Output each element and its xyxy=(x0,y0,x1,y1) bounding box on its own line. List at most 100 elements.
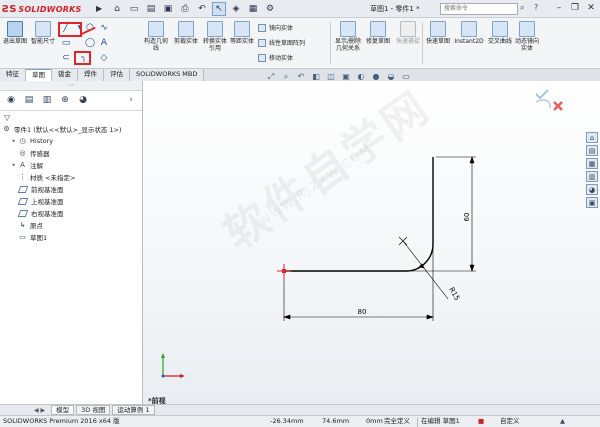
tree-item-origin[interactable]: ↳ 原点 xyxy=(2,219,140,231)
mirror-entities-button[interactable]: 镜向实体 xyxy=(258,23,293,32)
instant2d-button[interactable]: Instant2D xyxy=(452,21,486,45)
intersection-curve-icon xyxy=(492,21,508,37)
tree-item-right-plane[interactable]: 右视基准面 xyxy=(2,207,140,219)
menu-expand-arrow-icon[interactable]: ▶ xyxy=(96,4,102,13)
trim-entities-button[interactable]: 剪裁实体 xyxy=(172,21,200,45)
smart-dimension-button[interactable]: 智能尺寸 xyxy=(30,21,56,45)
undo-icon[interactable]: ↶ xyxy=(195,2,209,16)
feature-tree: ⚙ 零件1 (默认<<默认>_显示状态 1>) ▸ ◷ History ◎ 传感… xyxy=(0,123,142,243)
restore-icon[interactable]: ❐ xyxy=(568,2,582,15)
search-icon[interactable]: ⌕ xyxy=(520,3,524,13)
quick-access-toolbar: ⌂ ▭ ▤ ▣ ⎙ ↶ ↖ ◈ ▦ ⚙ xyxy=(110,2,277,16)
highlight-fillet-tool xyxy=(74,51,91,65)
status-editing: 在编辑 草图1 xyxy=(421,417,460,425)
open-icon[interactable]: ▤ xyxy=(144,2,158,16)
minimize-icon[interactable]: – xyxy=(552,2,566,15)
repair-sketch-button[interactable]: 修复草图 xyxy=(364,21,392,45)
tab-evaluate[interactable]: 评估 xyxy=(104,69,130,81)
dim-horizontal-value[interactable]: 80 xyxy=(358,308,367,316)
dimxpert-tab-icon[interactable]: ⊕ xyxy=(58,94,72,107)
tab-sheet-metal[interactable]: 钣金 xyxy=(52,69,78,81)
construct-geometry-button[interactable]: 构造几何线 xyxy=(142,21,170,52)
feature-manager-tab-icon[interactable]: ◉ xyxy=(4,94,18,107)
help-icon[interactable]: ? xyxy=(534,3,538,12)
save-icon[interactable]: ▣ xyxy=(161,2,175,16)
status-units[interactable]: 自定义 xyxy=(500,416,520,427)
quick-snaps-button[interactable]: 快速捕捉 xyxy=(394,21,422,45)
search-commands-input[interactable] xyxy=(440,3,518,15)
status-up-icon[interactable]: ▲ xyxy=(560,416,565,427)
rectangle-tool-icon[interactable]: ▭ xyxy=(60,38,72,50)
spline-tool-icon[interactable]: ∿ xyxy=(98,23,110,35)
tab-3d-view[interactable]: 3D 视图 xyxy=(76,405,111,415)
expand-icon[interactable]: ▸ xyxy=(10,162,18,168)
property-manager-tab-icon[interactable]: ▤ xyxy=(22,94,36,107)
tree-item-sketch1[interactable]: ▭ 草图1 xyxy=(2,231,140,243)
tab-scroll-arrows-icon[interactable]: ◀ ▶ xyxy=(34,407,45,414)
select-icon[interactable]: ↖ xyxy=(212,2,226,16)
slot-tool-icon[interactable]: ⊂ xyxy=(60,53,72,65)
tree-item-material[interactable]: ⋮ 材质 <未指定> xyxy=(2,171,140,183)
move-entities-label: 移动实体 xyxy=(269,55,294,62)
tab-weldments[interactable]: 焊件 xyxy=(78,69,104,81)
tab-motion-study[interactable]: 运动算例 1 xyxy=(112,405,155,415)
tab-features[interactable]: 特征 xyxy=(0,69,26,81)
instant2d-label: Instant2D xyxy=(454,38,484,45)
sketch-icon: ▭ xyxy=(19,232,26,241)
text-tool-icon[interactable]: A xyxy=(98,38,110,50)
tab-model[interactable]: 模型 xyxy=(51,405,75,415)
display-manager-tab-icon[interactable]: ◕ xyxy=(76,94,90,107)
tree-root[interactable]: ⚙ 零件1 (默认<<默认>_显示状态 1>) xyxy=(2,123,140,135)
intersection-curve-button[interactable]: 交叉曲线 xyxy=(488,21,512,45)
convert-entities-button[interactable]: 转换实体引用 xyxy=(202,21,228,52)
home-icon[interactable]: ⌂ xyxy=(110,2,124,16)
tree-item-label: History xyxy=(30,137,54,145)
repair-sketch-label: 修复草图 xyxy=(365,38,390,45)
offset-entities-button[interactable]: 等距实体 xyxy=(230,21,254,45)
command-tabs: 特征 草图 钣金 焊件 评估 SOLIDWORKS MBD xyxy=(0,69,205,81)
tree-item-history[interactable]: ▸ ◷ History xyxy=(2,135,140,147)
tree-item-top-plane[interactable]: 上视基准面 xyxy=(2,195,140,207)
configuration-manager-tab-icon[interactable]: ▥ xyxy=(40,94,54,107)
offset-entities-icon xyxy=(234,21,250,37)
options-icon[interactable]: ⚙ xyxy=(263,2,277,16)
dim-radius-value[interactable]: R15 xyxy=(447,286,461,302)
status-z-coordinate: 0mm xyxy=(366,417,383,425)
move-entities-button[interactable]: 移动实体 xyxy=(258,53,293,62)
dim-vertical-value[interactable]: 60 xyxy=(463,213,471,222)
sketch-geometry[interactable] xyxy=(284,157,434,272)
tab-mbd[interactable]: SOLIDWORKS MBD xyxy=(130,69,205,81)
annotation-icon: A xyxy=(20,160,25,169)
tab-sketch[interactable]: 草图 xyxy=(26,69,52,81)
tree-item-sensors[interactable]: ◎ 传感器 xyxy=(2,147,140,159)
rebuild-icon[interactable]: ◈ xyxy=(229,2,243,16)
panel-grip-icon[interactable]: ⋯ xyxy=(0,81,142,91)
tree-item-annotations[interactable]: ▸ A 注解 xyxy=(2,159,140,171)
sensor-icon: ◎ xyxy=(19,148,26,157)
rapid-sketch-button[interactable]: 快速草图 xyxy=(426,21,450,45)
circle-tool-icon[interactable]: ◯ xyxy=(84,38,96,50)
display-relations-button[interactable]: 显示/删除几何关系 xyxy=(334,21,362,52)
sketch-canvas[interactable]: 80 60 R15 xyxy=(143,81,600,404)
dynamic-mirror-button[interactable]: 动态镜向实体 xyxy=(514,21,540,52)
exit-sketch-icon xyxy=(7,21,23,37)
close-icon[interactable]: ✕ xyxy=(584,2,598,15)
rebuild-status-icon[interactable]: ■ xyxy=(478,416,484,427)
expand-icon[interactable]: ▸ xyxy=(10,138,18,144)
rapid-sketch-label: 快速草图 xyxy=(426,38,451,45)
panel-more-icon[interactable]: › xyxy=(124,94,138,107)
exit-sketch-label: 退出草图 xyxy=(2,38,27,45)
plane-tool-icon[interactable]: ◇ xyxy=(98,53,110,65)
smart-dimension-label: 智能尺寸 xyxy=(30,38,55,45)
print-icon[interactable]: ⎙ xyxy=(178,2,192,16)
filter-icon[interactable]: ▽ xyxy=(0,111,142,123)
linear-pattern-button[interactable]: 线性草图阵列 xyxy=(258,38,305,47)
ds-logo-icon: ƧS xyxy=(2,3,17,15)
plane-icon xyxy=(17,197,29,205)
new-document-icon[interactable]: ▭ xyxy=(127,2,141,16)
sketch-origin-icon[interactable] xyxy=(277,264,291,278)
tree-item-front-plane[interactable]: 前视基准面 xyxy=(2,183,140,195)
exit-sketch-button[interactable]: 退出草图 xyxy=(2,21,28,45)
file-properties-icon[interactable]: ▦ xyxy=(246,2,260,16)
construct-geometry-icon xyxy=(148,21,164,37)
